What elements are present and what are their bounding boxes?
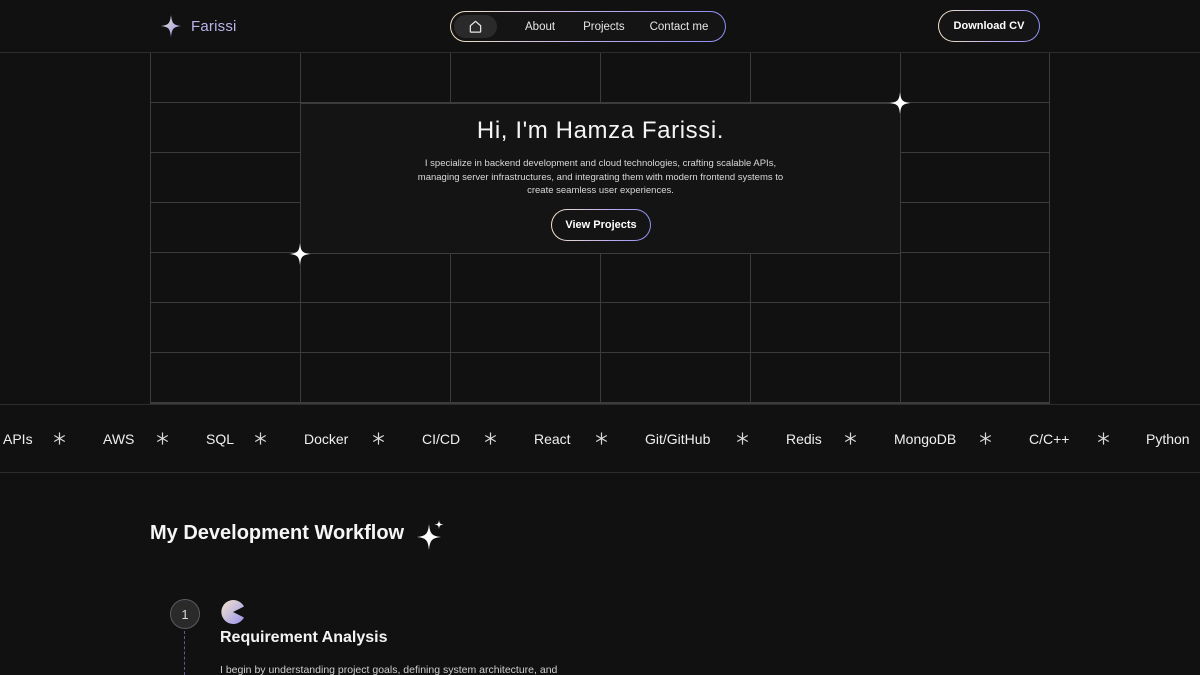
asterisk-icon	[157, 432, 168, 445]
asterisk-icon	[54, 432, 65, 445]
skill-item: React	[534, 431, 571, 447]
brand-logo[interactable]: Farissi	[160, 14, 237, 38]
hero-card: Hi, I'm Hamza Farissi. I specialize in b…	[300, 103, 901, 254]
brand-name: Farissi	[191, 17, 237, 35]
top-header: Farissi About Projects Contact me Downlo…	[0, 0, 1200, 53]
skill-item: SQL	[206, 431, 235, 447]
skills-marquee: APIs AWS SQL Docker CI/CD React Git/GitH…	[0, 404, 1200, 473]
pacman-icon	[221, 600, 244, 624]
sparkle-logo-icon	[161, 15, 181, 37]
step-connector-line	[184, 631, 185, 675]
asterisk-icon	[845, 432, 856, 445]
sparkle-icon	[889, 92, 911, 114]
home-icon	[469, 20, 482, 33]
sparkle-icon	[289, 243, 311, 265]
asterisk-icon	[596, 432, 607, 445]
step-number-badge: 1	[170, 599, 200, 629]
view-projects-button[interactable]: View Projects	[551, 209, 651, 241]
step-description: I begin by understanding project goals, …	[220, 664, 558, 675]
asterisk-icon	[485, 432, 496, 445]
nav-projects-link[interactable]: Projects	[583, 21, 625, 33]
skill-item: C/C++	[1029, 431, 1070, 447]
download-cv-button[interactable]: Download CV	[938, 10, 1040, 42]
asterisk-icon	[255, 432, 266, 445]
skill-item: AWS	[103, 431, 135, 447]
hero-title: Hi, I'm Hamza Farissi.	[476, 117, 725, 144]
skill-item: Git/GitHub	[645, 431, 711, 447]
skill-item: MongoDB	[894, 431, 957, 447]
asterisk-icon	[737, 432, 748, 445]
skill-item: CI/CD	[422, 431, 461, 447]
asterisk-icon	[980, 432, 991, 445]
asterisk-icon	[1098, 432, 1109, 445]
skill-item: APIs	[3, 431, 33, 447]
main-nav: About Projects Contact me	[450, 11, 726, 42]
skill-item: Python	[1146, 431, 1190, 447]
nav-contact-link[interactable]: Contact me	[650, 21, 709, 33]
hero-description: I specialize in backend development and …	[417, 158, 784, 197]
step-title: Requirement Analysis	[220, 629, 388, 646]
nav-home-button[interactable]	[454, 15, 497, 38]
workflow-title: My Development Workflow	[150, 522, 405, 544]
asterisk-icon	[373, 432, 384, 445]
nav-about-link[interactable]: About	[525, 21, 555, 33]
skill-item: Redis	[786, 431, 822, 447]
skill-item: Docker	[304, 431, 349, 447]
sparkles-icon	[417, 520, 444, 550]
